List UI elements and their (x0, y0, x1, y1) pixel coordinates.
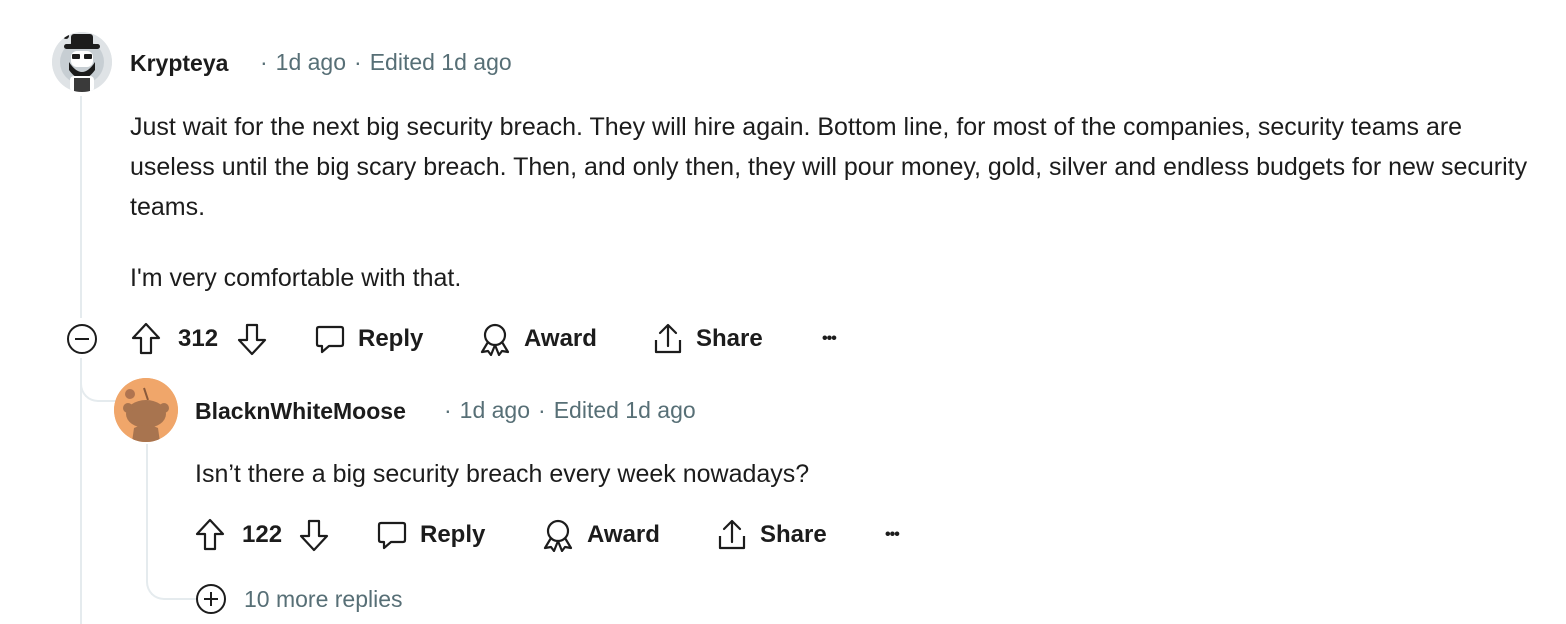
award-label: Award (587, 521, 660, 548)
thread-connector-reply (80, 368, 118, 402)
comment-meta: · 1d ago · Edited 1d ago (436, 397, 696, 424)
comment-edited: Edited 1d ago (369, 49, 512, 75)
share-icon (718, 519, 746, 550)
share-label: Share (760, 521, 827, 548)
meta-separator: · (538, 397, 546, 423)
comment-paragraph: I'm very comfortable with that. (130, 264, 462, 292)
downvote-icon (237, 323, 267, 356)
thread-line-reply (146, 444, 148, 574)
vote-group: 312 (130, 321, 268, 357)
avatar[interactable] (52, 32, 112, 92)
comment-paragraph: Isn’t there a big security breach every … (195, 460, 810, 488)
comment-paragraph: Just wait for the next big security brea… (130, 113, 1528, 221)
comment-time[interactable]: 1d ago (460, 397, 530, 423)
avatar[interactable] (114, 378, 178, 442)
comment-meta: · 1d ago · Edited 1d ago (252, 49, 512, 76)
share-label: Share (696, 325, 763, 352)
comment-icon (377, 521, 407, 550)
collapse-icon (67, 324, 97, 354)
comment-body: Just wait for the next big security brea… (130, 107, 1550, 298)
meta-separator: · (354, 49, 362, 75)
snoo-avatar-icon (114, 378, 178, 442)
comment-author[interactable]: BlacknWhiteMoose (195, 398, 406, 425)
downvote-icon (299, 519, 329, 552)
vote-count: 122 (242, 521, 283, 548)
meta-separator: · (260, 49, 268, 75)
award-button[interactable]: Award (478, 321, 597, 357)
reply-label: Reply (420, 521, 486, 548)
upvote-button[interactable] (194, 518, 226, 552)
downvote-button[interactable] (298, 518, 330, 552)
expand-icon (196, 584, 226, 614)
upvote-icon (195, 518, 225, 551)
more-options-button[interactable]: ••• (885, 520, 900, 550)
comment-time[interactable]: 1d ago (276, 49, 346, 75)
award-button[interactable]: Award (541, 517, 660, 553)
award-icon (480, 323, 510, 356)
more-icon: ••• (822, 330, 837, 347)
thread-line-main-lower (80, 358, 82, 624)
snoo-hat-avatar-icon (52, 32, 112, 92)
comment-author[interactable]: Krypteya (130, 50, 228, 77)
comment-icon (315, 325, 345, 354)
downvote-button[interactable] (236, 322, 268, 356)
award-icon (543, 519, 573, 552)
reply-button[interactable]: Reply (376, 517, 485, 553)
share-button[interactable]: Share (652, 321, 763, 357)
more-icon: ••• (885, 526, 900, 543)
share-icon (654, 323, 682, 354)
expand-replies-button[interactable] (195, 583, 227, 615)
reply-label: Reply (358, 325, 424, 352)
comment-edited: Edited 1d ago (553, 397, 696, 423)
comment-body: Isn’t there a big security breach every … (195, 454, 1495, 494)
vote-count: 312 (178, 325, 219, 352)
vote-group: 122 (194, 517, 330, 553)
more-options-button[interactable]: ••• (822, 324, 837, 354)
upvote-button[interactable] (130, 322, 162, 356)
thread-connector-more (146, 566, 198, 600)
thread-line-main (80, 96, 82, 318)
award-label: Award (524, 325, 597, 352)
collapse-button[interactable] (66, 323, 98, 355)
share-button[interactable]: Share (716, 517, 827, 553)
more-replies-link[interactable]: 10 more replies (244, 586, 403, 613)
upvote-icon (131, 322, 161, 355)
meta-separator: · (444, 397, 452, 423)
reply-button[interactable]: Reply (314, 321, 423, 357)
